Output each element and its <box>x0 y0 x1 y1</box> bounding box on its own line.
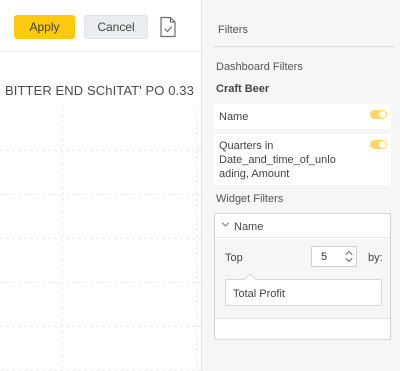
ranking-filter-body: Top 5 by: Total Profit <box>215 239 390 318</box>
filter-label: Name <box>219 111 249 123</box>
widget-filter-header[interactable]: Name <box>215 214 390 238</box>
datasource-name: Craft Beer <box>216 83 270 95</box>
toggle-knob <box>379 141 386 148</box>
chevron-down-icon[interactable] <box>221 220 230 229</box>
stepper-arrows-icon[interactable] <box>344 249 354 264</box>
widget-filter-field: Name <box>234 221 264 233</box>
measure-selector[interactable]: Total Profit <box>225 273 382 306</box>
editor-toolbar: Apply Cancel <box>0 0 201 52</box>
panel-title: Filters <box>218 24 248 36</box>
rank-count-stepper[interactable]: 5 <box>311 246 357 267</box>
document-icon[interactable] <box>159 16 177 38</box>
widget-filter-card: Name Top 5 by: Total Profit <box>214 213 391 340</box>
widget-filters-heading: Widget Filters <box>216 193 284 205</box>
apply-button[interactable]: Apply <box>14 15 75 39</box>
dashboard-filters-heading: Dashboard Filters <box>216 61 303 73</box>
callout-notch <box>244 273 256 285</box>
filter-label-line: Date_and_time_of_unlo <box>219 154 336 166</box>
dashboard-filter-name[interactable]: Name <box>214 104 391 129</box>
filters-panel: Filters Dashboard Filters Craft Beer Nam… <box>201 0 400 371</box>
rank-count-value[interactable]: 5 <box>321 251 327 263</box>
dashboard-filter-quarters[interactable]: Quarters in Date_and_time_of_unlo ading,… <box>214 134 391 185</box>
filter-toggle[interactable] <box>370 140 387 149</box>
widget-title: BITTER END SChITAT' PO 0.33 <box>5 83 194 98</box>
panel-divider <box>214 46 394 47</box>
filter-toggle[interactable] <box>370 110 387 119</box>
toggle-knob <box>379 111 386 118</box>
measure-name: Total Profit <box>233 288 285 300</box>
widget-canvas: Apply Cancel BITTER END SChITAT' PO 0.33 <box>0 0 201 371</box>
chart-gridlines <box>0 108 201 371</box>
cancel-button[interactable]: Cancel <box>84 15 148 39</box>
widget-filter-footer-divider <box>215 318 390 319</box>
filter-label-line: ading, Amount <box>219 168 290 180</box>
by-label: by: <box>368 252 383 264</box>
filter-label-line: Quarters in <box>219 140 274 152</box>
rank-type-label[interactable]: Top <box>225 252 243 264</box>
